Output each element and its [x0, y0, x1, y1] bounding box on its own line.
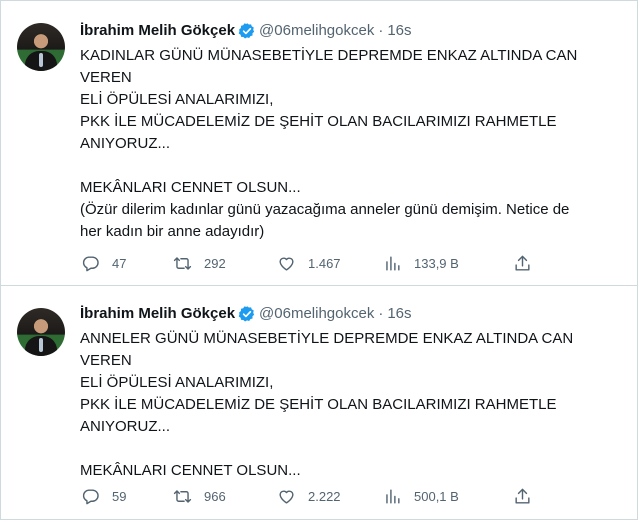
author-handle[interactable]: @06melihgokcek [259, 304, 374, 324]
views-button[interactable]: 500,1 B [383, 484, 459, 508]
reply-icon [82, 488, 99, 504]
tweet-actions: 59 966 2.222 500,1 B [77, 484, 547, 508]
author-name[interactable]: İbrahim Melih Gökçek [80, 304, 235, 324]
author-name[interactable]: İbrahim Melih Gökçek [80, 21, 235, 41]
retweet-button[interactable]: 292 [173, 251, 226, 275]
view-count: 500,1 B [414, 488, 459, 504]
reply-count: 59 [112, 488, 127, 504]
retweet-button[interactable]: 966 [173, 484, 226, 508]
views-button[interactable]: 133,9 B [383, 251, 459, 275]
reply-button[interactable]: 47 [81, 251, 126, 275]
view-count: 133,9 B [414, 255, 459, 271]
verified-badge-icon [238, 23, 255, 39]
verified-badge-icon [238, 306, 255, 322]
like-button[interactable]: 2.222 [277, 484, 341, 508]
retweet-icon [173, 489, 192, 503]
tweet-header: İbrahim Melih Gökçek @06melihgokcek · 16… [80, 21, 412, 41]
avatar-tie [39, 53, 43, 67]
like-button[interactable]: 1.467 [277, 251, 341, 275]
share-icon [515, 255, 530, 271]
heart-icon [279, 257, 294, 271]
retweet-icon [173, 256, 192, 270]
tweet-time[interactable]: 16s [387, 304, 411, 324]
reply-count: 47 [112, 255, 127, 271]
retweet-count: 292 [204, 255, 226, 271]
views-chart-icon [386, 255, 400, 271]
avatar[interactable] [17, 23, 65, 71]
share-button[interactable] [513, 251, 532, 275]
reply-button[interactable]: 59 [81, 484, 126, 508]
heart-icon [279, 490, 294, 504]
tweet-time[interactable]: 16s [387, 21, 411, 41]
separator-dot: · [378, 22, 384, 39]
like-count: 2.222 [308, 488, 341, 504]
like-count: 1.467 [308, 255, 341, 271]
tweet[interactable]: İbrahim Melih Gökçek @06melihgokcek · 16… [1, 1, 637, 286]
avatar[interactable] [17, 308, 65, 356]
tweet-actions: 47 292 1.467 133,9 B [77, 251, 547, 275]
share-button[interactable] [513, 484, 532, 508]
tweet-text: ANNELER GÜNÜ MÜNASEBETİYLE DEPREMDE ENKA… [80, 330, 574, 479]
share-icon [515, 488, 530, 504]
tweet[interactable]: İbrahim Melih Gökçek @06melihgokcek · 16… [1, 286, 637, 521]
tweet-header: İbrahim Melih Gökçek @06melihgokcek · 16… [80, 304, 412, 324]
tweet-text: KADINLAR GÜNÜ MÜNASEBETİYLE DEPREMDE ENK… [80, 47, 578, 240]
separator-dot: · [378, 305, 384, 322]
reply-icon [82, 255, 99, 271]
author-handle[interactable]: @06melihgokcek [259, 21, 374, 41]
retweet-count: 966 [204, 488, 226, 504]
views-chart-icon [386, 488, 400, 504]
avatar-tie [39, 338, 43, 352]
tweet-thread: İbrahim Melih Gökçek @06melihgokcek · 16… [0, 0, 638, 520]
